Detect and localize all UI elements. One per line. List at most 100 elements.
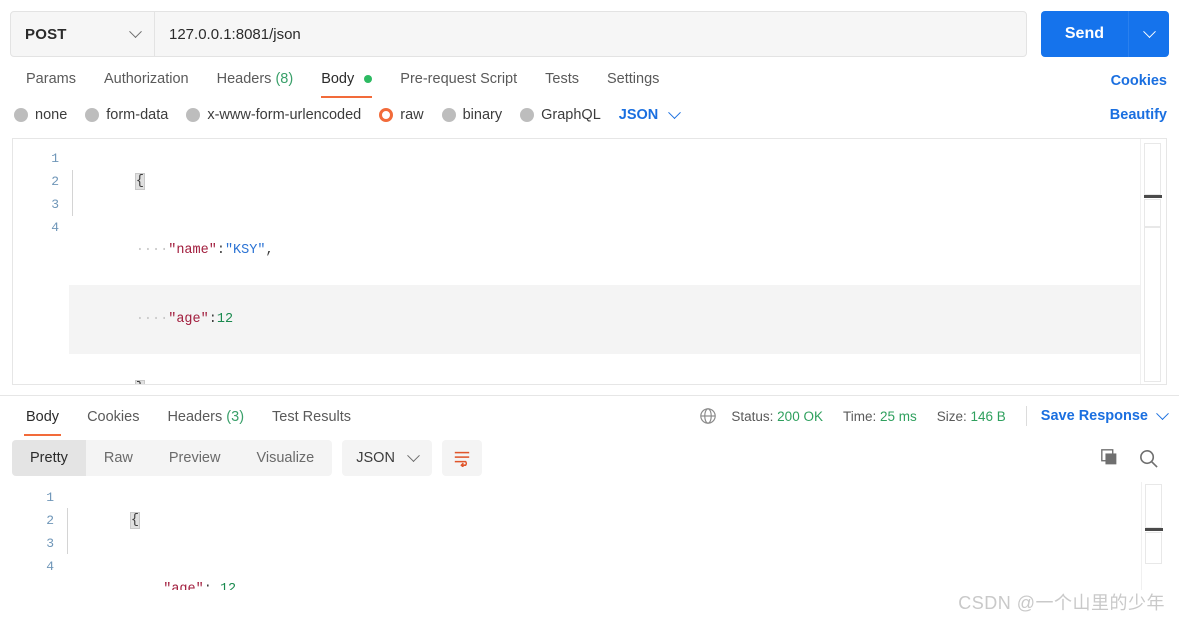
request-editor-scrollbar[interactable] bbox=[1140, 139, 1166, 384]
status-badge: Status: 200 OK bbox=[731, 409, 823, 424]
request-tabs: Params Authorization Headers (8) Body Pr… bbox=[12, 67, 673, 98]
response-format-dropdown[interactable]: JSON bbox=[342, 440, 432, 476]
view-raw[interactable]: Raw bbox=[86, 440, 151, 476]
request-url-bar: POST 127.0.0.1:8081/json Send bbox=[0, 0, 1179, 60]
send-button[interactable]: Send bbox=[1041, 11, 1129, 57]
request-line-numbers: 1 2 3 4 bbox=[13, 147, 69, 384]
search-icon[interactable] bbox=[1138, 448, 1159, 469]
json-string-value: "KSY" bbox=[224, 243, 266, 258]
response-tab-cookies[interactable]: Cookies bbox=[73, 399, 153, 436]
view-preview[interactable]: Preview bbox=[151, 440, 239, 476]
tab-label: Body bbox=[321, 71, 355, 87]
chevron-down-icon bbox=[1142, 24, 1156, 38]
response-code-lines[interactable]: { "age": 12, "name": "KSY" } bbox=[64, 486, 1141, 590]
copy-icon[interactable] bbox=[1100, 448, 1120, 468]
tab-body[interactable]: Body bbox=[307, 67, 386, 98]
tab-label: Settings bbox=[606, 71, 660, 87]
radio-label: GraphQL bbox=[541, 107, 601, 123]
json-key: "age" bbox=[168, 312, 209, 327]
response-editor-scrollbar[interactable] bbox=[1141, 482, 1167, 590]
response-body-editor[interactable]: 1 2 3 4 { "age": 12, "name": "KSY" } bbox=[12, 482, 1167, 590]
tab-label: Cookies bbox=[87, 409, 140, 425]
divider bbox=[1025, 406, 1027, 426]
line-number: 2 bbox=[51, 174, 59, 189]
response-status-group: Status: 200 OK Time: 25 ms Size: 146 B S… bbox=[699, 406, 1169, 426]
response-format-label: JSON bbox=[356, 450, 395, 466]
minimap-block bbox=[1145, 532, 1162, 564]
body-modified-dot-icon bbox=[364, 75, 373, 84]
tab-pre-request-script[interactable]: Pre-request Script bbox=[386, 67, 531, 98]
body-type-graphql[interactable]: GraphQL bbox=[520, 107, 601, 123]
request-code-lines[interactable]: { ····"name":"KSY", ····"age":12 } bbox=[69, 147, 1140, 384]
radio-icon bbox=[85, 108, 100, 122]
line-number: 1 bbox=[51, 151, 59, 166]
body-type-x-www-form-urlencoded[interactable]: x-www-form-urlencoded bbox=[186, 107, 361, 123]
json-comma: , bbox=[265, 243, 274, 258]
line-number: 3 bbox=[46, 536, 54, 551]
minimap-marker bbox=[1144, 195, 1162, 198]
indent-dots: ···· bbox=[135, 312, 169, 327]
line-number: 2 bbox=[46, 513, 54, 528]
tab-headers[interactable]: Headers (8) bbox=[203, 67, 308, 98]
radio-icon bbox=[441, 108, 456, 122]
json-open-brace: { bbox=[134, 173, 145, 190]
response-code-area[interactable]: 1 2 3 4 { "age": 12, "name": "KSY" } bbox=[12, 482, 1141, 590]
response-view-row: Pretty Raw Preview Visualize JSON bbox=[0, 436, 1179, 482]
body-type-row: none form-data x-www-form-urlencoded raw… bbox=[0, 98, 1179, 134]
response-tab-headers[interactable]: Headers (3) bbox=[153, 399, 258, 436]
time-value: 25 ms bbox=[879, 408, 917, 424]
body-type-binary[interactable]: binary bbox=[441, 107, 502, 123]
request-format-dropdown[interactable]: JSON bbox=[618, 105, 682, 123]
view-visualize[interactable]: Visualize bbox=[238, 440, 332, 476]
response-line-numbers: 1 2 3 4 bbox=[12, 486, 64, 590]
cookies-link[interactable]: Cookies bbox=[1111, 73, 1167, 98]
line-number: 4 bbox=[46, 559, 54, 574]
radio-label: raw bbox=[400, 107, 424, 123]
body-type-none[interactable]: none bbox=[14, 107, 67, 123]
response-actions bbox=[1100, 448, 1167, 469]
indent-dots: ···· bbox=[135, 243, 169, 258]
json-open-brace: { bbox=[129, 512, 140, 529]
minimap-block bbox=[1145, 484, 1162, 528]
request-format-label: JSON bbox=[618, 107, 659, 123]
tab-label: Authorization bbox=[103, 71, 189, 87]
body-type-raw[interactable]: raw bbox=[379, 107, 424, 123]
json-comma: , bbox=[236, 582, 245, 590]
response-tab-body[interactable]: Body bbox=[12, 399, 73, 436]
tab-authorization[interactable]: Authorization bbox=[90, 67, 203, 98]
tab-label: Test Results bbox=[272, 409, 352, 425]
url-input[interactable]: 127.0.0.1:8081/json bbox=[155, 12, 1026, 56]
response-tab-test-results[interactable]: Test Results bbox=[258, 399, 365, 436]
tab-params[interactable]: Params bbox=[12, 67, 90, 98]
save-response-button[interactable]: Save Response bbox=[1040, 406, 1169, 424]
tab-tests[interactable]: Tests bbox=[531, 67, 593, 98]
tab-label: Body bbox=[26, 409, 60, 425]
send-group: Send bbox=[1040, 11, 1169, 57]
send-options-button[interactable] bbox=[1129, 11, 1169, 57]
status-label: Status: bbox=[731, 408, 774, 424]
tab-label: Tests bbox=[545, 71, 579, 87]
request-code-area[interactable]: 1 2 3 4 { ····"name":"KSY", ····"age":12… bbox=[13, 139, 1140, 384]
request-body-editor[interactable]: 1 2 3 4 { ····"name":"KSY", ····"age":12… bbox=[12, 138, 1167, 385]
tab-label: Params bbox=[26, 71, 76, 87]
line-number: 4 bbox=[51, 220, 59, 235]
chevron-down-icon bbox=[407, 448, 420, 462]
json-number-value: 12 bbox=[219, 582, 237, 590]
tab-settings[interactable]: Settings bbox=[593, 67, 673, 98]
save-response-label: Save Response bbox=[1040, 408, 1148, 424]
code-line-2: "age": 12, bbox=[64, 555, 1141, 590]
view-pretty[interactable]: Pretty bbox=[12, 440, 86, 476]
line-number: 3 bbox=[51, 197, 59, 212]
json-key: "name" bbox=[168, 243, 217, 258]
url-group: POST 127.0.0.1:8081/json bbox=[10, 11, 1027, 57]
radio-label: none bbox=[35, 107, 68, 123]
body-type-radios: none form-data x-www-form-urlencoded raw… bbox=[14, 105, 683, 123]
response-view-controls: Pretty Raw Preview Visualize JSON bbox=[12, 440, 482, 476]
beautify-link[interactable]: Beautify bbox=[1110, 107, 1167, 123]
size-badge: Size: 146 B bbox=[937, 409, 1006, 424]
tab-label: Headers bbox=[167, 409, 223, 425]
body-type-form-data[interactable]: form-data bbox=[85, 107, 168, 123]
word-wrap-button[interactable] bbox=[441, 440, 482, 476]
http-method-dropdown[interactable]: POST bbox=[11, 12, 155, 56]
json-colon: : bbox=[216, 243, 225, 258]
